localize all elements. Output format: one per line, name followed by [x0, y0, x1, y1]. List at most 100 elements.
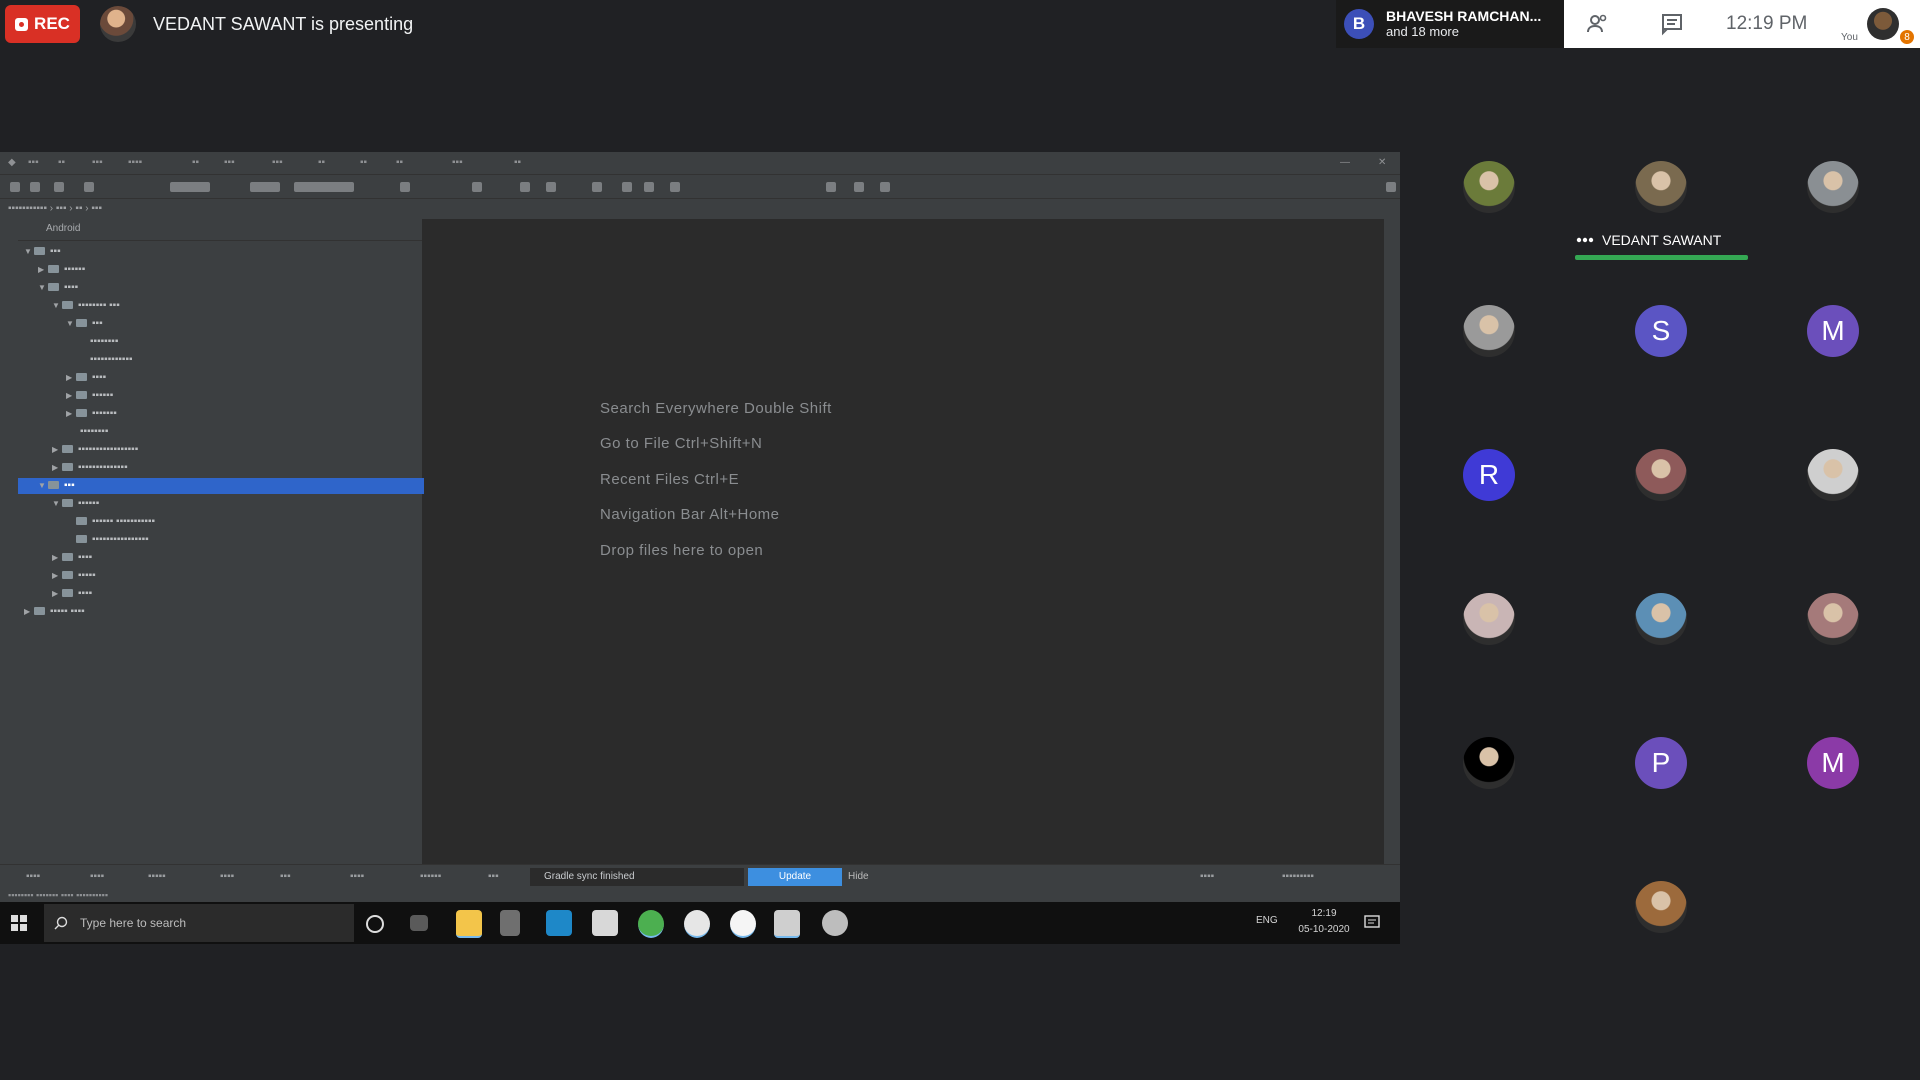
- close-icon[interactable]: ✕: [1378, 157, 1386, 168]
- participant-tile[interactable]: [1635, 161, 1687, 213]
- people-icon[interactable]: [1586, 12, 1610, 36]
- minimize-icon[interactable]: —: [1340, 157, 1350, 168]
- notification-action-button[interactable]: Update: [748, 868, 842, 886]
- participant-tile[interactable]: [1463, 161, 1515, 213]
- attach-icon[interactable]: [592, 182, 602, 192]
- grid-icon[interactable]: [1386, 182, 1396, 192]
- search-icon[interactable]: [826, 182, 836, 192]
- app-icon[interactable]: [822, 910, 848, 936]
- tab-inspector[interactable]: ▪▪▪: [488, 871, 499, 882]
- menu-item[interactable]: ▪▪▪: [452, 157, 463, 168]
- menu-item[interactable]: ▪▪: [192, 157, 199, 168]
- run-icon[interactable]: [472, 182, 482, 192]
- chrome-icon[interactable]: [638, 910, 664, 938]
- stop-icon[interactable]: [622, 182, 632, 192]
- tree-item[interactable]: ▪▪▪▪▪▪ ▪▪▪▪▪▪▪▪▪▪▪: [18, 514, 480, 530]
- tree-item[interactable]: ▶ ▪▪▪▪▪▪▪▪▪▪▪▪▪▪▪▪▪: [18, 442, 456, 458]
- participant-tile[interactable]: [1463, 593, 1515, 645]
- menu-item[interactable]: ▪▪: [396, 157, 403, 168]
- participant-tile[interactable]: [1635, 881, 1687, 933]
- tab-profiler[interactable]: ▪▪▪▪: [350, 871, 364, 882]
- device-dropdown[interactable]: [250, 182, 280, 192]
- menu-item[interactable]: ▪▪▪: [28, 157, 39, 168]
- menu-item[interactable]: ▪▪: [360, 157, 367, 168]
- tab-build[interactable]: ▪▪▪▪: [220, 871, 234, 882]
- windows-start-icon[interactable]: [10, 914, 28, 932]
- tab-event-log[interactable]: ▪▪▪▪: [1200, 871, 1214, 882]
- back-icon[interactable]: [84, 182, 94, 192]
- chat-icon[interactable]: [1660, 12, 1684, 36]
- participant-tile[interactable]: [1807, 161, 1859, 213]
- tree-item[interactable]: ▪▪▪▪▪▪▪▪: [18, 334, 494, 350]
- avd-icon[interactable]: [644, 182, 654, 192]
- tab-terminal[interactable]: ▪▪▪▪▪: [148, 871, 166, 882]
- config-dropdown[interactable]: [170, 182, 210, 192]
- tree-item[interactable]: ▶ ▪▪▪▪▪▪▪: [18, 406, 470, 422]
- build-icon[interactable]: [400, 182, 410, 192]
- device-selector[interactable]: [294, 182, 354, 192]
- tree-item[interactable]: ▶ ▪▪▪▪: [18, 586, 456, 602]
- participant-tile[interactable]: [1635, 593, 1687, 645]
- menu-item[interactable]: ▪▪▪: [224, 157, 235, 168]
- tree-item[interactable]: ▪▪▪▪▪▪▪▪▪▪▪▪▪▪▪▪: [18, 532, 480, 548]
- self-avatar[interactable]: [1867, 8, 1899, 40]
- menu-item[interactable]: ▪▪▪: [92, 157, 103, 168]
- menu-item[interactable]: ▪▪: [318, 157, 325, 168]
- tab-logcat[interactable]: ▪▪▪: [280, 871, 291, 882]
- tree-item[interactable]: ▼ ▪▪▪: [18, 244, 428, 260]
- editor-empty-state[interactable]: Search Everywhere Double Shift Go to Fil…: [424, 224, 1384, 864]
- breadcrumb[interactable]: ▪▪▪▪▪▪▪▪▪▪▪ › ▪▪▪ › ▪▪ › ▪▪▪: [8, 203, 102, 214]
- file-explorer-icon[interactable]: [456, 910, 482, 938]
- task-view-icon[interactable]: [410, 915, 428, 931]
- notification-hide-link[interactable]: Hide: [848, 871, 869, 882]
- participant-tile[interactable]: [1807, 449, 1859, 501]
- tree-item[interactable]: ▶ ▪▪▪▪▪▪▪▪▪▪▪▪▪▪: [18, 460, 456, 476]
- taskbar-search-box[interactable]: Type here to search: [44, 904, 354, 942]
- notification-icon[interactable]: [1364, 914, 1380, 930]
- tab-problems[interactable]: ▪▪▪▪: [90, 871, 104, 882]
- app-icon[interactable]: [500, 910, 520, 936]
- store-icon[interactable]: [546, 910, 572, 936]
- open-icon[interactable]: [10, 182, 20, 192]
- menu-item[interactable]: ▪▪▪: [272, 157, 283, 168]
- participant-tile[interactable]: S: [1635, 305, 1687, 357]
- tool-window-strip-left[interactable]: [0, 218, 18, 868]
- menu-item[interactable]: ▪▪▪▪: [128, 157, 142, 168]
- participant-tile[interactable]: P: [1635, 737, 1687, 789]
- sync-icon[interactable]: [54, 182, 64, 192]
- profile-icon[interactable]: [546, 182, 556, 192]
- menu-item[interactable]: ▪▪: [514, 157, 521, 168]
- layout-icon[interactable]: [880, 182, 890, 192]
- tab-todo[interactable]: ▪▪▪▪: [26, 871, 40, 882]
- participants-summary[interactable]: B BHAVESH RAMCHAN... and 18 more: [1336, 0, 1564, 48]
- cortana-icon[interactable]: [366, 915, 384, 933]
- participant-tile[interactable]: R: [1463, 449, 1515, 501]
- participant-tile[interactable]: [1463, 305, 1515, 357]
- tree-item-selected[interactable]: ▼ ▪▪▪: [18, 478, 442, 494]
- tree-item[interactable]: ▶ ▪▪▪▪▪ ▪▪▪▪: [18, 604, 428, 620]
- tree-item[interactable]: ▪▪▪▪▪▪▪▪▪▪▪▪: [18, 352, 494, 368]
- tree-item[interactable]: ▶ ▪▪▪▪▪▪: [18, 388, 470, 404]
- app-icon[interactable]: [774, 910, 800, 938]
- participant-tile[interactable]: [1463, 737, 1515, 789]
- tree-item[interactable]: ▼ ▪▪▪▪: [18, 280, 442, 296]
- tool-window-strip-right[interactable]: [1384, 218, 1400, 868]
- system-clock[interactable]: 12:19 05-10-2020: [1294, 906, 1354, 938]
- app-icon[interactable]: [730, 910, 756, 938]
- tree-item[interactable]: ▶ ▪▪▪▪: [18, 370, 470, 386]
- tree-item[interactable]: ▶ ▪▪▪▪▪▪: [18, 262, 442, 278]
- participant-tile[interactable]: M: [1807, 737, 1859, 789]
- participant-tile[interactable]: M: [1807, 305, 1859, 357]
- language-indicator[interactable]: ENG: [1256, 915, 1278, 926]
- participant-tile[interactable]: [1635, 449, 1687, 501]
- app-icon[interactable]: [684, 910, 710, 938]
- project-panel-title[interactable]: Android: [46, 223, 80, 234]
- debug-icon[interactable]: [520, 182, 530, 192]
- tree-item[interactable]: ▼ ▪▪▪▪▪▪: [18, 496, 456, 512]
- menu-item[interactable]: ▪▪: [58, 157, 65, 168]
- tree-item[interactable]: ▼ ▪▪▪: [18, 316, 470, 332]
- save-icon[interactable]: [30, 182, 40, 192]
- settings-icon[interactable]: [854, 182, 864, 192]
- tree-item[interactable]: ▶ ▪▪▪▪▪: [18, 568, 456, 584]
- tree-item[interactable]: ▼ ▪▪▪▪▪▪▪▪ ▪▪▪: [18, 298, 456, 314]
